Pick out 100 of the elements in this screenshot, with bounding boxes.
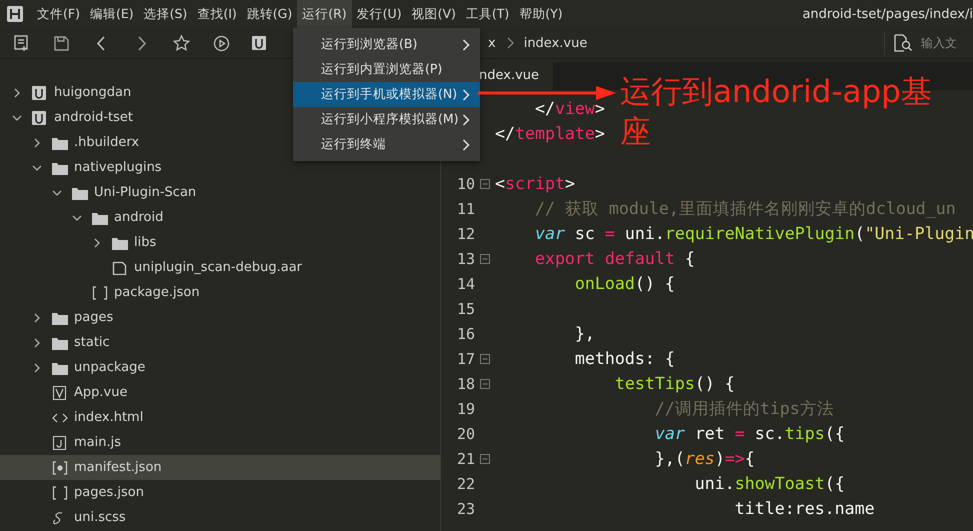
code-line: methods: { bbox=[574, 349, 675, 368]
line-number: 15 bbox=[456, 300, 475, 318]
line-number: 10 bbox=[456, 174, 475, 192]
code-line: <script> bbox=[495, 174, 575, 193]
search-icon bbox=[893, 34, 913, 52]
menu-item[interactable]: 文件(F) bbox=[32, 0, 85, 28]
tree-item-label[interactable]: .hbuilderx bbox=[74, 135, 140, 150]
tree-item-label[interactable]: index.html bbox=[74, 410, 144, 425]
collapsed-chevron-icon[interactable] bbox=[32, 362, 42, 372]
tree-item-label[interactable]: main.js bbox=[74, 435, 121, 450]
vue-file-icon bbox=[52, 386, 68, 400]
fold-icon[interactable] bbox=[480, 354, 490, 364]
play-icon[interactable] bbox=[212, 34, 231, 52]
folder-icon bbox=[52, 136, 68, 150]
tree-item-label[interactable]: Uni-Plugin-Scan bbox=[94, 185, 196, 200]
fold-icon[interactable] bbox=[480, 254, 490, 264]
menu-item[interactable]: 帮助(Y) bbox=[514, 0, 568, 28]
code-line: }, bbox=[574, 324, 595, 343]
breadcrumb-item[interactable]: index.vue bbox=[524, 36, 588, 50]
line-number: 17 bbox=[456, 350, 475, 368]
file-icon bbox=[112, 260, 128, 274]
menu-option[interactable]: 运行到小程序模拟器(M) bbox=[293, 107, 480, 132]
selected-row[interactable]: manifest.json bbox=[0, 455, 440, 480]
line-number: 20 bbox=[456, 424, 475, 442]
tree-item-label[interactable]: uniplugin_scan-debug.aar bbox=[134, 260, 302, 275]
line-number: 13 bbox=[456, 250, 475, 268]
folder-icon bbox=[52, 160, 68, 174]
code-line: testTips() { bbox=[614, 374, 735, 393]
tree-item-label[interactable]: android-tset bbox=[54, 110, 133, 125]
brackets-icon bbox=[52, 486, 68, 500]
collapsed-chevron-icon[interactable] bbox=[32, 338, 42, 348]
collapsed-chevron-icon[interactable] bbox=[32, 138, 42, 148]
menu-option[interactable]: 运行到终端 bbox=[293, 132, 480, 157]
js-file-icon bbox=[52, 436, 68, 450]
fold-icon[interactable] bbox=[480, 378, 490, 388]
menu-item[interactable]: 查找(I) bbox=[192, 0, 242, 28]
menu-item[interactable]: 视图(V) bbox=[406, 0, 461, 28]
menu-item[interactable]: 跳转(G) bbox=[242, 0, 298, 28]
expanded-chevron-icon[interactable] bbox=[32, 162, 42, 172]
menu-option[interactable]: 运行到内置浏览器(P) bbox=[293, 57, 480, 82]
code-line: var sc = uni.requireNativePlugin("Uni-Plugin bbox=[534, 224, 973, 243]
expanded-chevron-icon[interactable] bbox=[12, 112, 22, 122]
tree-item-label[interactable]: libs bbox=[134, 235, 156, 250]
folder-icon bbox=[52, 360, 68, 374]
line-number: 11 bbox=[456, 200, 475, 218]
line-number: 16 bbox=[456, 324, 475, 342]
brackets-icon bbox=[92, 286, 108, 300]
tree-item-label[interactable]: huigongdan bbox=[54, 85, 132, 100]
file-tab[interactable]: ndex.vue bbox=[479, 62, 554, 90]
tree-item-label[interactable]: pages bbox=[74, 310, 114, 325]
breadcrumb-item[interactable]: x bbox=[488, 36, 496, 50]
project-icon bbox=[32, 86, 48, 100]
menu-item[interactable]: 发行(U) bbox=[352, 0, 407, 28]
folder-icon bbox=[52, 310, 68, 324]
code-icon bbox=[52, 410, 68, 424]
star-icon[interactable] bbox=[172, 34, 191, 52]
search-field[interactable]: 输入文 bbox=[921, 36, 967, 50]
expanded-chevron-icon[interactable] bbox=[72, 212, 82, 222]
tree-item-label[interactable]: android bbox=[114, 210, 164, 225]
code-line: </template> bbox=[495, 124, 605, 143]
folder-icon bbox=[72, 186, 88, 200]
chevron-icon bbox=[506, 37, 514, 49]
menu-item[interactable]: 编辑(E) bbox=[84, 0, 139, 28]
menu-item[interactable]: 选择(S) bbox=[138, 0, 192, 28]
tree-item-label[interactable]: App.vue bbox=[74, 385, 128, 400]
collapsed-chevron-icon[interactable] bbox=[32, 312, 42, 322]
line-number: 18 bbox=[456, 374, 475, 392]
line-number: 19 bbox=[456, 400, 475, 418]
fold-icon[interactable] bbox=[480, 178, 490, 188]
logo-icon bbox=[6, 5, 24, 23]
code-line: var ret = sc.tips({ bbox=[654, 424, 845, 443]
line-number: 22 bbox=[456, 474, 475, 492]
code-line: onLoad() { bbox=[574, 274, 675, 293]
menu-item[interactable]: 运行(R) bbox=[297, 0, 352, 28]
project-icon bbox=[32, 110, 48, 124]
collapsed-chevron-icon[interactable] bbox=[12, 88, 22, 98]
menu-option[interactable]: 运行到浏览器(B) bbox=[293, 32, 480, 57]
tree-item-label[interactable]: package.json bbox=[114, 285, 200, 300]
line-number: 21 bbox=[456, 450, 475, 468]
code-line: uni.showToast({ bbox=[694, 474, 845, 493]
expanded-chevron-icon[interactable] bbox=[52, 188, 62, 198]
tree-item-label[interactable]: nativeplugins bbox=[74, 160, 162, 175]
code-line: //调用插件的tips方法 bbox=[654, 398, 834, 420]
folder-icon bbox=[112, 236, 128, 250]
tree-item-label[interactable]: uni.scss bbox=[74, 510, 126, 525]
code-line: },(res)=>{ bbox=[654, 449, 755, 468]
fold-icon[interactable] bbox=[480, 454, 490, 464]
folder-icon bbox=[52, 336, 68, 350]
tree-item-label[interactable]: unpackage bbox=[74, 360, 146, 375]
tree-item-label[interactable]: manifest.json bbox=[74, 460, 162, 475]
line-number: 14 bbox=[456, 274, 475, 292]
menu-item[interactable]: 工具(T) bbox=[460, 0, 514, 28]
tree-item-label[interactable]: pages.json bbox=[74, 485, 144, 500]
annotation-text: 运行到andorid-app基座 bbox=[620, 73, 933, 152]
code-line: title:res.name bbox=[734, 499, 875, 518]
tree-item-label[interactable]: static bbox=[74, 335, 110, 350]
save-icon[interactable] bbox=[52, 34, 71, 52]
code-line: // 获取 module,里面填插件名刚刚安卓的dcloud_un bbox=[534, 198, 956, 220]
collapsed-chevron-icon[interactable] bbox=[92, 238, 102, 248]
menu-option[interactable]: 运行到手机或模拟器(N) bbox=[293, 82, 480, 107]
